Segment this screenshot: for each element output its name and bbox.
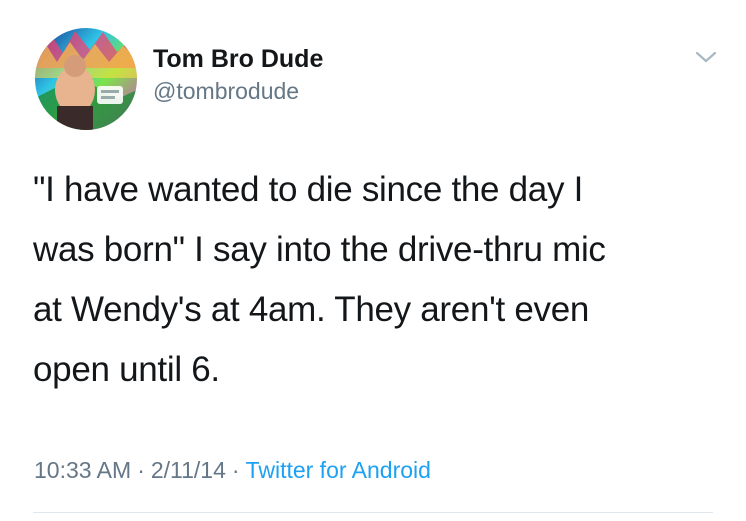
tweet-author[interactable]: Tom Bro Dude @tombrodude: [153, 44, 323, 105]
meta-separator: ·: [137, 457, 145, 483]
chevron-down-icon[interactable]: [694, 48, 718, 66]
tweet-text: "I have wanted to die since the day I wa…: [33, 160, 713, 400]
tweet-text-line: "I have wanted to die since the day I: [33, 170, 584, 209]
user-handle[interactable]: @tombrodude: [153, 77, 323, 105]
divider: [33, 512, 713, 513]
tweet-text-line: open until 6.: [33, 350, 220, 389]
tweet-time[interactable]: 10:33 AM: [34, 457, 131, 483]
avatar[interactable]: [35, 28, 137, 130]
tweet-card: Tom Bro Dude @tombrodude "I have wanted …: [0, 0, 746, 521]
profile-photo-icon: [35, 28, 137, 130]
display-name[interactable]: Tom Bro Dude: [153, 44, 323, 74]
tweet-text-line: at Wendy's at 4am. They aren't even: [33, 290, 590, 329]
tweet-text-line: was born" I say into the drive-thru mic: [33, 230, 606, 269]
meta-separator: ·: [231, 457, 240, 483]
tweet-source-link[interactable]: Twitter for Android: [246, 457, 431, 483]
tweet-date[interactable]: 2/11/14: [151, 457, 226, 483]
tweet-metadata: 10:33 AM · 2/11/14 · Twitter for Android: [34, 452, 431, 488]
